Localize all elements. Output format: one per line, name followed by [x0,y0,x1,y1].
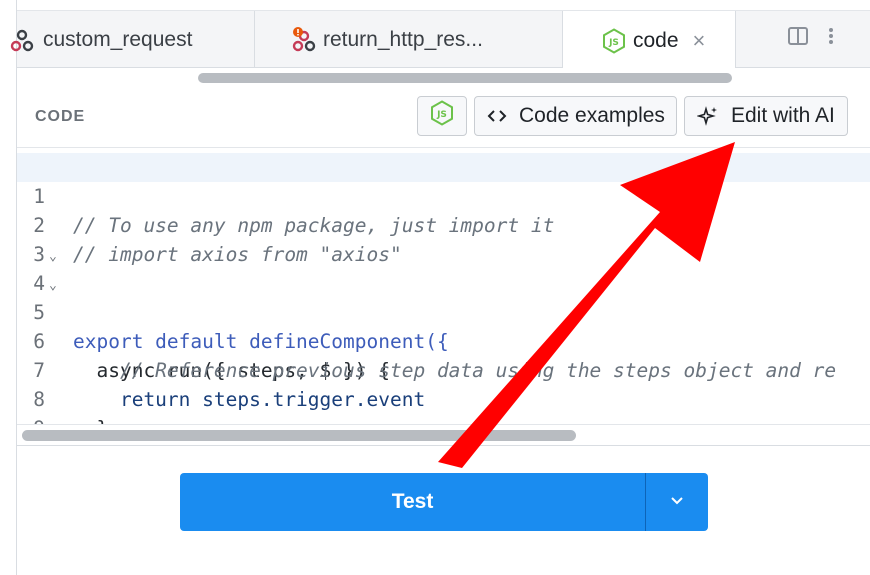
section-title: CODE [35,108,86,125]
fold-chevron-icon[interactable]: ⌄ [49,271,57,300]
close-icon[interactable]: × [693,28,706,54]
code-line[interactable]: 3 [17,211,870,266]
more-options-icon[interactable] [827,25,835,47]
svg-text:JS: JS [436,110,447,120]
editor-scrollbar-thumb[interactable] [22,430,576,441]
test-button-group: Test [180,473,708,531]
edit-with-ai-label: Edit with AI [731,104,835,127]
test-button[interactable]: Test [180,473,645,531]
code-text: }, [73,414,120,424]
left-panel-edge [0,0,17,575]
code-examples-label: Code examples [519,104,665,127]
sparkles-icon [697,105,719,127]
tab-bar: custom_request return_http_res... JS cod… [10,10,870,70]
tab-label: return_http_res... [323,28,483,51]
line-number: 9 [17,414,45,424]
split-view-icon[interactable] [787,25,809,47]
code-header: CODE JS Code examples Edit with AI [17,86,870,148]
test-options-button[interactable] [645,473,708,531]
code-line[interactable]: 6 // Reference previous step data using … [17,298,870,382]
code-brackets-icon [487,108,507,124]
fold-chevron-icon[interactable]: ⌄ [49,242,57,271]
code-examples-button[interactable]: Code examples [474,96,677,136]
code-editor[interactable]: 1 // To use any npm package, just import… [17,148,870,424]
webhook-icon [9,27,35,53]
code-line[interactable]: 4 ⌄ export default defineComponent({ [17,240,870,353]
code-line[interactable]: 7 return steps.trigger.event [17,327,870,411]
tab-label: code [633,28,679,52]
code-line[interactable]: 5 ⌄ async run({ steps, $ }) { [17,269,870,382]
nodejs-icon: JS [430,100,454,132]
svg-text:JS: JS [608,38,619,48]
tab-label: custom_request [43,28,193,51]
tab-custom-request[interactable]: custom_request [10,11,255,69]
tab-scrollbar-thumb[interactable] [198,73,732,83]
nodejs-button[interactable]: JS [417,96,467,136]
code-line[interactable]: 2 // import axios from "axios" [17,182,870,266]
code-line[interactable]: 1 // To use any npm package, just import… [17,153,870,237]
code-line[interactable]: 8 }, [17,356,870,424]
webhook-warning-icon [291,27,317,53]
code-line[interactable]: 9 }) [17,385,870,424]
tab-return-http-response[interactable]: return_http_res... [255,11,563,69]
chevron-down-icon [670,493,684,511]
tab-code[interactable]: JS code × [563,11,736,70]
tab-actions [787,25,835,47]
edit-with-ai-button[interactable]: Edit with AI [684,96,848,136]
nodejs-icon: JS [601,27,627,54]
